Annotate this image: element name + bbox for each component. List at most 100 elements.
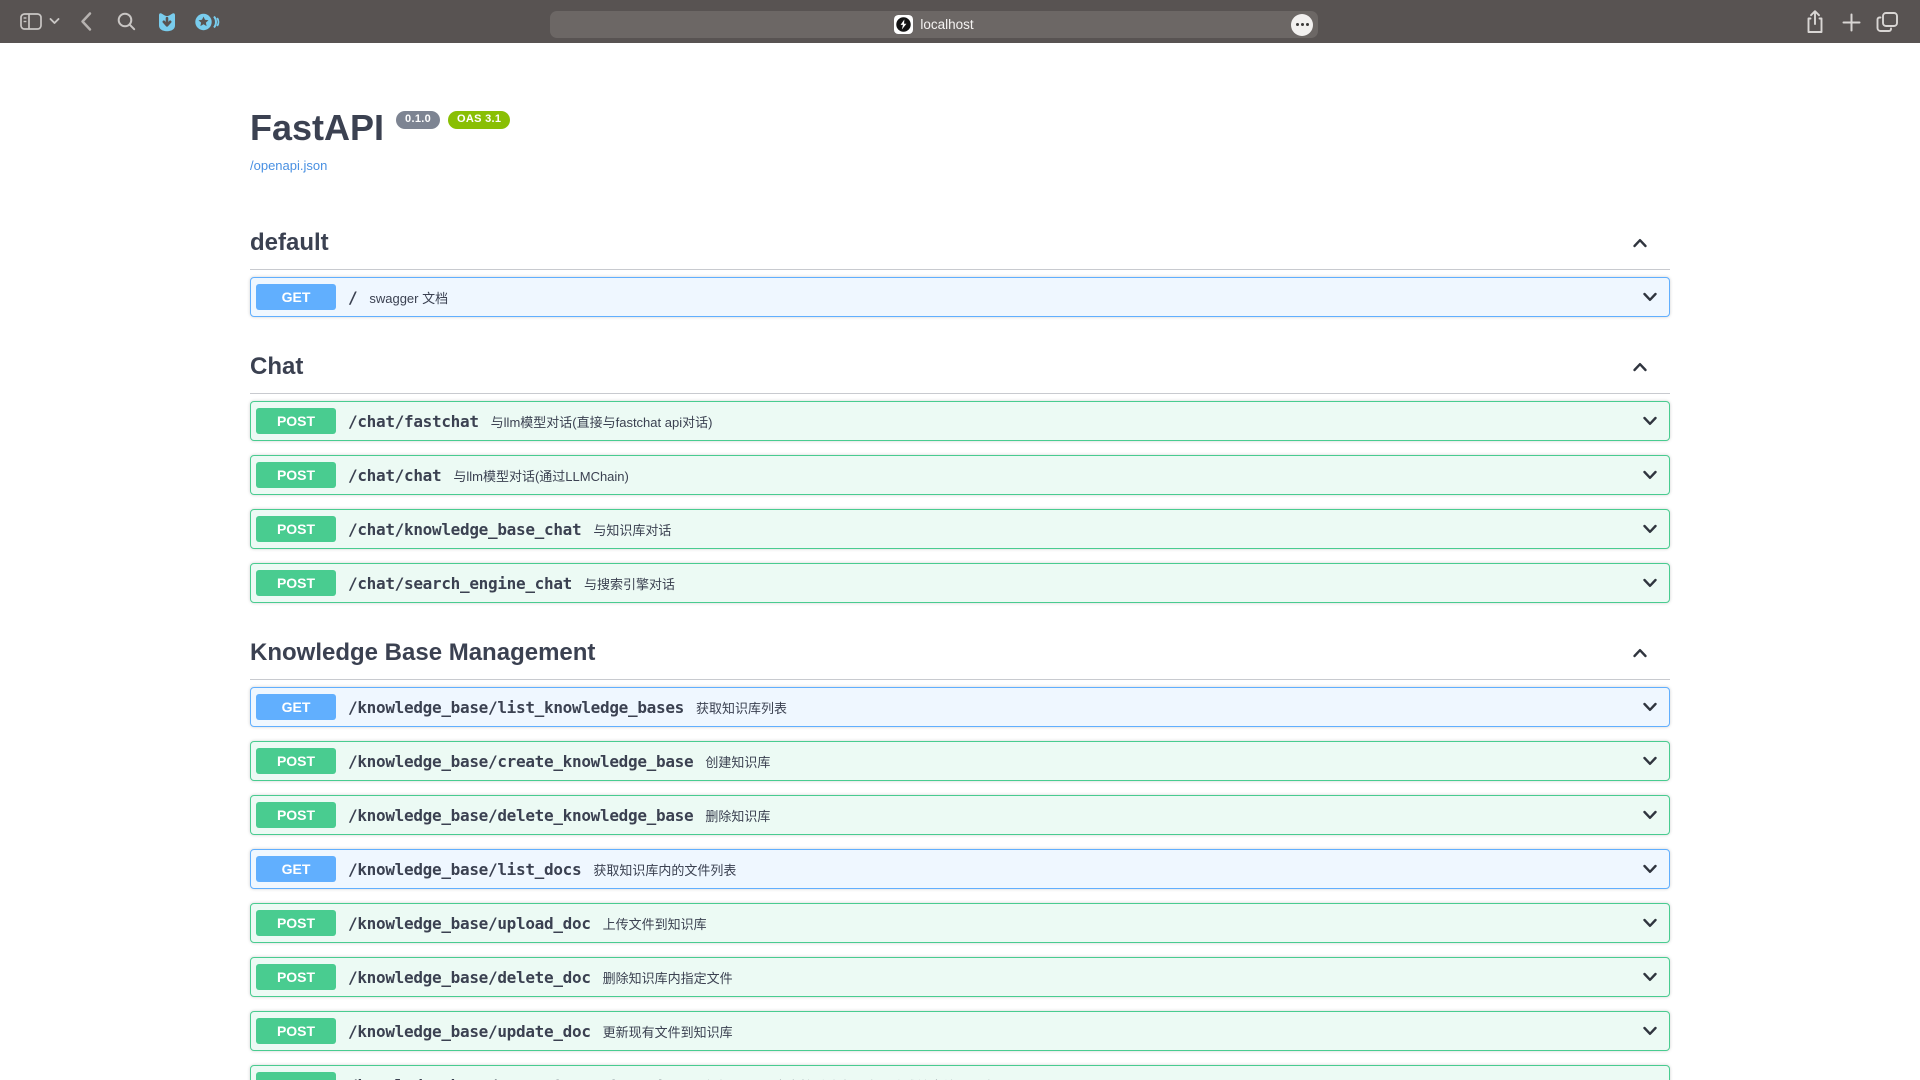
endpoint-description: 更新现有文件到知识库 bbox=[603, 1022, 733, 1041]
endpoint-path: /knowledge_base/delete_knowledge_base bbox=[348, 806, 693, 825]
endpoint-description: 删除知识库内指定文件 bbox=[603, 968, 733, 987]
chevron-down-icon[interactable] bbox=[1640, 967, 1660, 987]
oas-badge: OAS 3.1 bbox=[448, 111, 510, 129]
endpoint-row[interactable]: POST/chat/knowledge_base_chat 与知识库对话 bbox=[250, 509, 1670, 549]
page-title: FastAPI bbox=[250, 106, 384, 149]
chevron-up-icon[interactable] bbox=[1630, 643, 1650, 663]
chevron-down-icon[interactable] bbox=[1640, 287, 1660, 307]
method-badge: POST bbox=[256, 516, 336, 542]
chevron-down-icon[interactable] bbox=[1640, 1075, 1660, 1080]
tab-overview-icon[interactable] bbox=[1876, 11, 1900, 33]
endpoint-description: 创建知识库 bbox=[705, 752, 770, 771]
endpoint-row[interactable]: POST/knowledge_base/recreate_vector_stor… bbox=[250, 1065, 1670, 1080]
method-badge: GET bbox=[256, 856, 336, 882]
endpoint-description: 与llm模型对话(通过LLMChain) bbox=[453, 466, 629, 485]
api-sections: default GET / swagger 文档 Chat POST/chat/fastc… bbox=[250, 207, 1670, 1080]
section-title: default bbox=[250, 229, 329, 257]
clipper-extension-icon[interactable] bbox=[155, 10, 179, 34]
badge-extension-icon[interactable] bbox=[194, 11, 220, 33]
chevron-down-icon[interactable] bbox=[1640, 411, 1660, 431]
chevron-up-icon[interactable] bbox=[1630, 357, 1650, 377]
chevron-down-icon[interactable] bbox=[1640, 1021, 1660, 1041]
api-tag-section: Chat POST/chat/fastchat 与llm模型对话(直接与fastch… bbox=[250, 331, 1670, 603]
endpoint-path: /knowledge_base/delete_doc bbox=[348, 968, 591, 987]
browser-toolbar: localhost bbox=[0, 0, 1920, 43]
chevron-down-icon[interactable] bbox=[1640, 913, 1660, 933]
chevron-down-icon[interactable] bbox=[1640, 573, 1660, 593]
sidebar-toggle-button[interactable] bbox=[20, 13, 42, 30]
chevron-down-icon[interactable] bbox=[1640, 859, 1660, 879]
section-title: Chat bbox=[250, 353, 303, 381]
endpoint-path: /knowledge_base/recreate_vector_store bbox=[348, 1076, 693, 1080]
chevron-down-icon[interactable] bbox=[1640, 805, 1660, 825]
endpoint-path: /knowledge_base/update_doc bbox=[348, 1022, 591, 1041]
section-header-default[interactable]: default bbox=[250, 207, 1670, 270]
endpoint-description: 与知识库对话 bbox=[593, 520, 671, 539]
api-tag-section: default GET / swagger 文档 bbox=[250, 207, 1670, 317]
section-header-knowledge-base-management[interactable]: Knowledge Base Management bbox=[250, 617, 1670, 680]
method-badge: GET bbox=[256, 284, 336, 310]
method-badge: POST bbox=[256, 462, 336, 488]
endpoint-list: GET / swagger 文档 bbox=[250, 277, 1670, 317]
page-settings-ellipsis-button[interactable] bbox=[1291, 14, 1313, 36]
endpoint-row[interactable]: POST/knowledge_base/delete_knowledge_bas… bbox=[250, 795, 1670, 835]
chevron-up-icon[interactable] bbox=[1630, 233, 1650, 253]
endpoint-list: POST/chat/fastchat 与llm模型对话(直接与fastchat a… bbox=[250, 401, 1670, 603]
endpoint-row[interactable]: POST/knowledge_base/delete_doc 删除知识库内指定文件 bbox=[250, 957, 1670, 997]
endpoint-path: /knowledge_base/list_knowledge_bases bbox=[348, 698, 684, 717]
chevron-down-icon[interactable] bbox=[1640, 751, 1660, 771]
swagger-page: FastAPI 0.1.0 OAS 3.1 /openapi.json defa… bbox=[250, 106, 1670, 1080]
endpoint-description: 删除知识库 bbox=[705, 806, 770, 825]
method-badge: POST bbox=[256, 1018, 336, 1044]
method-badge: POST bbox=[256, 570, 336, 596]
sidebar-chevron-down-icon[interactable] bbox=[49, 17, 60, 25]
section-header-chat[interactable]: Chat bbox=[250, 331, 1670, 394]
method-badge: POST bbox=[256, 964, 336, 990]
version-badge: 0.1.0 bbox=[396, 111, 440, 129]
api-info: FastAPI 0.1.0 OAS 3.1 /openapi.json bbox=[250, 106, 1670, 173]
openapi-spec-link[interactable]: /openapi.json bbox=[250, 158, 327, 173]
endpoint-path: /chat/knowledge_base_chat bbox=[348, 520, 581, 539]
endpoint-path: /knowledge_base/create_knowledge_base bbox=[348, 752, 693, 771]
endpoint-description: 与搜索引擎对话 bbox=[584, 574, 675, 593]
endpoint-row[interactable]: POST/chat/search_engine_chat 与搜索引擎对话 bbox=[250, 563, 1670, 603]
section-title: Knowledge Base Management bbox=[250, 639, 595, 667]
endpoint-row[interactable]: POST/knowledge_base/update_doc 更新现有文件到知识库 bbox=[250, 1011, 1670, 1051]
method-badge: POST bbox=[256, 748, 336, 774]
endpoint-description: 与llm模型对话(直接与fastchat api对话) bbox=[491, 412, 713, 431]
address-bar[interactable]: localhost bbox=[550, 11, 1318, 38]
chevron-down-icon[interactable] bbox=[1640, 519, 1660, 539]
endpoint-path: /knowledge_base/list_docs bbox=[348, 860, 581, 879]
endpoint-row[interactable]: POST/knowledge_base/create_knowledge_bas… bbox=[250, 741, 1670, 781]
endpoint-description: 获取知识库列表 bbox=[696, 698, 787, 717]
method-badge: POST bbox=[256, 408, 336, 434]
chevron-down-icon[interactable] bbox=[1640, 697, 1660, 717]
endpoint-path: /chat/search_engine_chat bbox=[348, 574, 572, 593]
endpoint-path: / bbox=[348, 288, 357, 307]
endpoint-description: 获取知识库内的文件列表 bbox=[593, 860, 736, 879]
new-tab-icon[interactable] bbox=[1842, 13, 1861, 32]
endpoint-path: /chat/chat bbox=[348, 466, 441, 485]
address-url: localhost bbox=[920, 17, 973, 32]
endpoint-row[interactable]: GET/knowledge_base/list_knowledge_bases 获… bbox=[250, 687, 1670, 727]
method-badge: POST bbox=[256, 1072, 336, 1080]
endpoint-path: /chat/fastchat bbox=[348, 412, 479, 431]
endpoint-row[interactable]: POST/knowledge_base/upload_doc 上传文件到知识库 bbox=[250, 903, 1670, 943]
endpoint-row[interactable]: GET / swagger 文档 bbox=[250, 277, 1670, 317]
back-button[interactable] bbox=[79, 11, 93, 32]
endpoint-description: 根据content中文档重建向量库，流式输出处理进度。 bbox=[705, 1076, 1008, 1080]
chevron-down-icon[interactable] bbox=[1640, 465, 1660, 485]
endpoint-path: /knowledge_base/upload_doc bbox=[348, 914, 591, 933]
method-badge: GET bbox=[256, 694, 336, 720]
share-icon[interactable] bbox=[1804, 9, 1826, 35]
method-badge: POST bbox=[256, 910, 336, 936]
endpoint-description: 上传文件到知识库 bbox=[603, 914, 707, 933]
endpoint-row[interactable]: GET/knowledge_base/list_docs 获取知识库内的文件列表 bbox=[250, 849, 1670, 889]
search-icon[interactable] bbox=[116, 11, 137, 32]
endpoint-description: swagger 文档 bbox=[369, 288, 448, 307]
endpoint-row[interactable]: POST/chat/fastchat 与llm模型对话(直接与fastchat a… bbox=[250, 401, 1670, 441]
method-badge: POST bbox=[256, 802, 336, 828]
endpoint-row[interactable]: POST/chat/chat 与llm模型对话(通过LLMChain) bbox=[250, 455, 1670, 495]
site-favicon bbox=[894, 15, 913, 34]
endpoint-list: GET/knowledge_base/list_knowledge_bases 获… bbox=[250, 687, 1670, 1080]
